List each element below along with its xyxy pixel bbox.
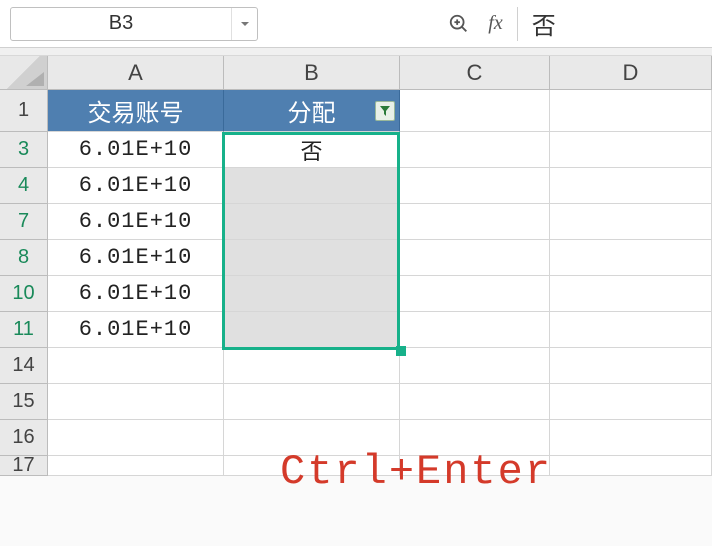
toolbar: B3 fx 否 xyxy=(0,0,712,48)
cell[interactable] xyxy=(48,420,224,456)
column-headers: A B C D xyxy=(0,56,712,90)
row-header[interactable]: 7 xyxy=(0,204,48,240)
name-box-dropdown-icon[interactable] xyxy=(231,8,257,40)
table-row: 3 6.01E+10 否 xyxy=(0,132,712,168)
row-header[interactable]: 3 xyxy=(0,132,48,168)
table-row: 7 6.01E+10 xyxy=(0,204,712,240)
cell-assign[interactable] xyxy=(224,312,400,348)
cell[interactable] xyxy=(550,132,712,168)
cell-assign[interactable] xyxy=(224,240,400,276)
cell[interactable] xyxy=(400,168,550,204)
cell-assign[interactable] xyxy=(224,168,400,204)
cell-account[interactable]: 6.01E+10 xyxy=(48,168,224,204)
col-header-B[interactable]: B xyxy=(224,56,400,89)
table-row: 10 6.01E+10 xyxy=(0,276,712,312)
table-row: 14 xyxy=(0,348,712,384)
row-header[interactable]: 11 xyxy=(0,312,48,348)
cell[interactable] xyxy=(550,312,712,348)
table-row: 15 xyxy=(0,384,712,420)
cell[interactable] xyxy=(550,384,712,420)
col-header-A[interactable]: A xyxy=(48,56,224,89)
cell[interactable] xyxy=(400,384,550,420)
cell[interactable] xyxy=(400,276,550,312)
row-header[interactable]: 10 xyxy=(0,276,48,312)
spreadsheet-grid: A B C D 1 交易账号 分配 3 6.01E+10 否 xyxy=(0,56,712,476)
row-header[interactable]: 4 xyxy=(0,168,48,204)
formula-bar-value: 否 xyxy=(532,6,556,41)
cell[interactable] xyxy=(48,384,224,420)
table-row: 4 6.01E+10 xyxy=(0,168,712,204)
row-header[interactable]: 8 xyxy=(0,240,48,276)
cell[interactable] xyxy=(550,276,712,312)
cell[interactable] xyxy=(550,240,712,276)
header-cell-assign[interactable]: 分配 xyxy=(224,90,400,132)
cell[interactable] xyxy=(550,348,712,384)
zoom-icon[interactable] xyxy=(444,9,474,39)
name-box[interactable]: B3 xyxy=(10,7,258,41)
select-all-corner[interactable] xyxy=(0,56,48,89)
formula-bar[interactable]: 否 xyxy=(517,7,702,41)
cell[interactable] xyxy=(400,90,550,132)
name-box-value: B3 xyxy=(11,12,231,35)
cell[interactable] xyxy=(550,168,712,204)
header-cell-account[interactable]: 交易账号 xyxy=(48,90,224,132)
cell[interactable] xyxy=(550,90,712,132)
cell[interactable] xyxy=(48,456,224,476)
cell[interactable] xyxy=(48,348,224,384)
cell-account[interactable]: 6.01E+10 xyxy=(48,132,224,168)
fx-label[interactable]: fx xyxy=(482,12,508,35)
row-header[interactable]: 15 xyxy=(0,384,48,420)
row-header[interactable]: 16 xyxy=(0,420,48,456)
cell[interactable] xyxy=(400,348,550,384)
col-header-C[interactable]: C xyxy=(400,56,550,89)
cell-assign[interactable] xyxy=(224,276,400,312)
cell[interactable] xyxy=(550,456,712,476)
cell-account[interactable]: 6.01E+10 xyxy=(48,276,224,312)
cell[interactable] xyxy=(400,204,550,240)
table-header-row: 1 交易账号 分配 xyxy=(0,90,712,132)
header-cell-assign-label: 分配 xyxy=(288,93,336,128)
cell[interactable] xyxy=(550,420,712,456)
rows-container: 1 交易账号 分配 3 6.01E+10 否 4 6.01E+10 xyxy=(0,90,712,476)
cell[interactable] xyxy=(224,348,400,384)
selection-handle[interactable] xyxy=(396,346,406,356)
row-header[interactable]: 1 xyxy=(0,90,48,132)
col-header-D[interactable]: D xyxy=(550,56,712,89)
row-header[interactable]: 17 xyxy=(0,456,48,476)
annotation-text: Ctrl+Enter xyxy=(280,448,552,496)
toolbar-divider xyxy=(0,48,712,56)
cell-account[interactable]: 6.01E+10 xyxy=(48,240,224,276)
row-header[interactable]: 14 xyxy=(0,348,48,384)
table-row: 8 6.01E+10 xyxy=(0,240,712,276)
cell[interactable] xyxy=(400,132,550,168)
cell[interactable] xyxy=(550,204,712,240)
cell-account[interactable]: 6.01E+10 xyxy=(48,204,224,240)
cell-assign[interactable]: 否 xyxy=(224,132,400,168)
cell-assign[interactable] xyxy=(224,204,400,240)
cell[interactable] xyxy=(224,384,400,420)
cell[interactable] xyxy=(400,312,550,348)
cell[interactable] xyxy=(400,240,550,276)
cell-account[interactable]: 6.01E+10 xyxy=(48,312,224,348)
filter-icon[interactable] xyxy=(375,101,395,121)
table-row: 11 6.01E+10 xyxy=(0,312,712,348)
